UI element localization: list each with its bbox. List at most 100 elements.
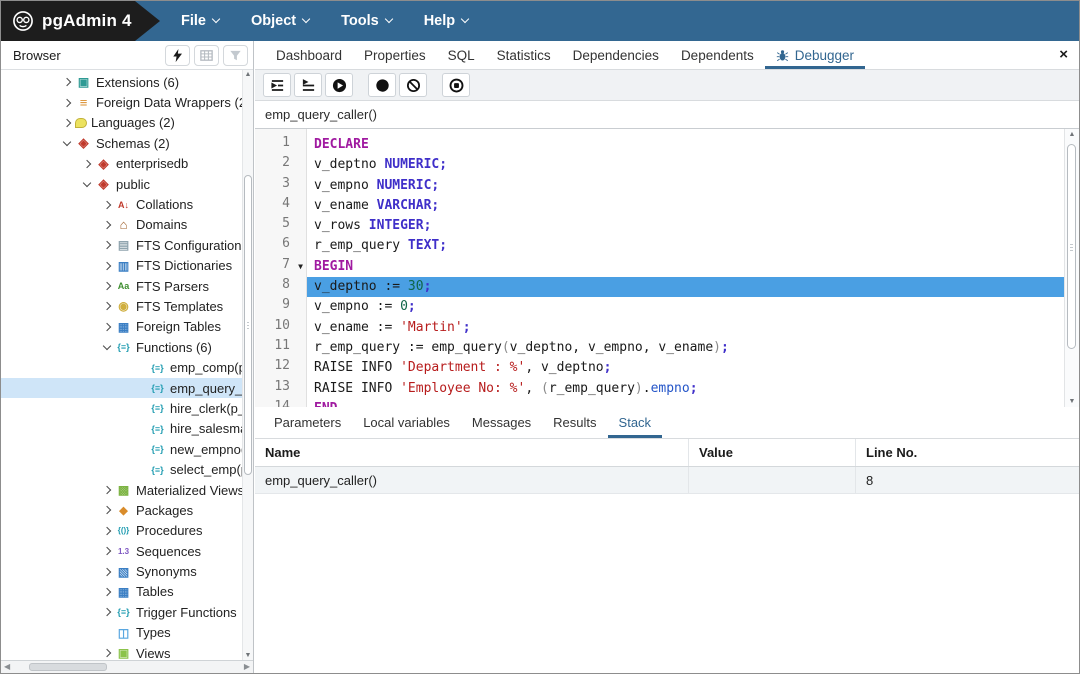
tree-item-collations[interactable]: A↓Collations	[1, 194, 253, 214]
tree-item-fts-configurations[interactable]: ▤FTS Configurations	[1, 235, 253, 255]
tree-item-select-emp-p-e[interactable]: {≡}select_emp(p_e	[1, 459, 253, 479]
tab-messages[interactable]: Messages	[461, 407, 542, 438]
tree-item-emp-query-cal[interactable]: {≡}emp_query_cal	[1, 378, 253, 398]
fold-marker-icon[interactable]: ▼	[298, 262, 303, 271]
tree-item-materialized-views[interactable]: ▩Materialized Views	[1, 480, 253, 500]
tree-expander[interactable]	[99, 324, 115, 330]
tree-expander[interactable]	[99, 346, 115, 349]
tab-parameters[interactable]: Parameters	[263, 407, 352, 438]
tree-expander[interactable]	[99, 263, 115, 269]
continue-button[interactable]	[325, 73, 353, 97]
menu-help[interactable]: Help	[424, 13, 468, 29]
tab-statistics[interactable]: Statistics	[486, 41, 562, 69]
tab-sql[interactable]: SQL	[437, 41, 486, 69]
tree-item-types[interactable]: ◫Types	[1, 623, 253, 643]
scroll-left-icon[interactable]: ◀	[4, 662, 10, 671]
tree-item-hire-clerk-p-en[interactable]: {≡}hire_clerk(p_en	[1, 398, 253, 418]
code-editor: 1234567▼891011121314 DECLAREv_deptno NUM…	[255, 129, 1079, 407]
tree-expander[interactable]	[99, 548, 115, 554]
tree-item-synonyms[interactable]: ▧Synonyms	[1, 561, 253, 581]
type-icon: ◫	[115, 626, 132, 640]
tree-expander[interactable]	[99, 589, 115, 595]
scroll-down-icon[interactable]: ▼	[1065, 398, 1079, 405]
scroll-up-icon[interactable]: ▲	[1065, 131, 1079, 138]
scroll-down-icon[interactable]: ▼	[243, 652, 253, 659]
extension-icon: ▣	[75, 75, 92, 89]
tree-expander[interactable]	[99, 507, 115, 513]
tree-item-hire-salesman[interactable]: {≡}hire_salesman(	[1, 419, 253, 439]
tree-item-views[interactable]: ▣Views	[1, 643, 253, 660]
tree-item-new-empno[interactable]: {≡}new_empno()	[1, 439, 253, 459]
editor-scrollbar-thumb[interactable]	[1067, 144, 1076, 349]
step-into-button[interactable]	[263, 73, 291, 97]
tree-item-languages-2[interactable]: Languages (2)	[1, 113, 253, 133]
lightning-button[interactable]	[165, 45, 190, 66]
tree-horizontal-scrollbar[interactable]: ◀ ▶	[1, 660, 253, 673]
tree-expander[interactable]	[99, 569, 115, 575]
main-panel: DashboardPropertiesSQLStatisticsDependen…	[255, 41, 1079, 673]
tab-stack[interactable]: Stack	[608, 407, 663, 438]
menu-file[interactable]: File	[181, 13, 219, 29]
tree-expander[interactable]	[99, 283, 115, 289]
tab-dependents[interactable]: Dependents	[670, 41, 765, 69]
code-line: v_rows INTEGER;	[307, 216, 1064, 236]
tree-item-extensions-6[interactable]: ▣Extensions (6)	[1, 72, 253, 92]
tree-expander[interactable]	[79, 161, 95, 167]
tab-results[interactable]: Results	[542, 407, 607, 438]
tree-expander[interactable]	[59, 100, 75, 106]
tree-item-foreign-data-wrappers-2[interactable]: ≡Foreign Data Wrappers (2	[1, 92, 253, 112]
tree-item-domains[interactable]: ⌂Domains	[1, 215, 253, 235]
tab-local-variables[interactable]: Local variables	[352, 407, 461, 438]
tree-item-foreign-tables[interactable]: ▦Foreign Tables	[1, 317, 253, 337]
tree-expander[interactable]	[99, 202, 115, 208]
tree-item-emp-comp-p-s[interactable]: {≡}emp_comp(p_s	[1, 357, 253, 377]
menu-tools[interactable]: Tools	[341, 13, 392, 29]
tree-expander[interactable]	[59, 142, 75, 145]
line-number: 7▼	[255, 257, 306, 277]
stack-frame-row[interactable]: emp_query_caller()8	[255, 467, 1079, 494]
filter-button[interactable]	[223, 45, 248, 66]
tree-item-trigger-functions[interactable]: {≡}Trigger Functions	[1, 602, 253, 622]
tree-expander[interactable]	[59, 120, 75, 126]
tree-expander[interactable]	[99, 650, 115, 656]
tab-dashboard[interactable]: Dashboard	[265, 41, 353, 69]
tree-expander[interactable]	[99, 528, 115, 534]
tree-item-schemas-2[interactable]: ◈Schemas (2)	[1, 133, 253, 153]
tree-item-procedures[interactable]: {()}Procedures	[1, 521, 253, 541]
tree-expander[interactable]	[99, 242, 115, 248]
tree-expander[interactable]	[59, 79, 75, 85]
tree-expander[interactable]	[99, 222, 115, 228]
menu-object[interactable]: Object	[251, 13, 309, 29]
tree-item-fts-dictionaries[interactable]: ▥FTS Dictionaries	[1, 256, 253, 276]
stop-button[interactable]	[442, 73, 470, 97]
step-into-icon	[270, 78, 285, 93]
tree-item-functions-6[interactable]: {≡}Functions (6)	[1, 337, 253, 357]
toggle-breakpoint-button[interactable]	[368, 73, 396, 97]
scroll-up-icon[interactable]: ▲	[243, 71, 253, 78]
tree-vertical-scrollbar[interactable]: ▲ ▼	[242, 70, 253, 660]
grid-button[interactable]	[194, 45, 219, 66]
tree-item-tables[interactable]: ▦Tables	[1, 582, 253, 602]
tree-expander[interactable]	[99, 487, 115, 493]
tree-scrollbar-thumb[interactable]	[244, 175, 252, 475]
tab-debugger[interactable]: Debugger	[765, 41, 865, 69]
tree-item-fts-parsers[interactable]: AaFTS Parsers	[1, 276, 253, 296]
close-icon[interactable]: ×	[1059, 46, 1068, 63]
chevron-down-icon	[83, 178, 91, 186]
editor-vertical-scrollbar[interactable]: ▲ ▼	[1064, 129, 1079, 407]
tree-expander[interactable]	[99, 609, 115, 615]
tree-item-enterprisedb[interactable]: ◈enterprisedb	[1, 154, 253, 174]
tree-hscrollbar-thumb[interactable]	[29, 663, 107, 671]
tab-dependencies[interactable]: Dependencies	[562, 41, 670, 69]
tree-item-packages[interactable]: ◆Packages	[1, 500, 253, 520]
step-over-button[interactable]	[294, 73, 322, 97]
tree-expander[interactable]	[79, 183, 95, 186]
code-line: RAISE INFO 'Department : %', v_deptno;	[307, 358, 1064, 378]
tree-item-fts-templates[interactable]: ◉FTS Templates	[1, 296, 253, 316]
tree-expander[interactable]	[99, 303, 115, 309]
tree-item-public[interactable]: ◈public	[1, 174, 253, 194]
tree-item-sequences[interactable]: 1.3Sequences	[1, 541, 253, 561]
clear-all-breakpoints-button[interactable]	[399, 73, 427, 97]
tab-properties[interactable]: Properties	[353, 41, 437, 69]
scroll-right-icon[interactable]: ▶	[244, 662, 250, 671]
